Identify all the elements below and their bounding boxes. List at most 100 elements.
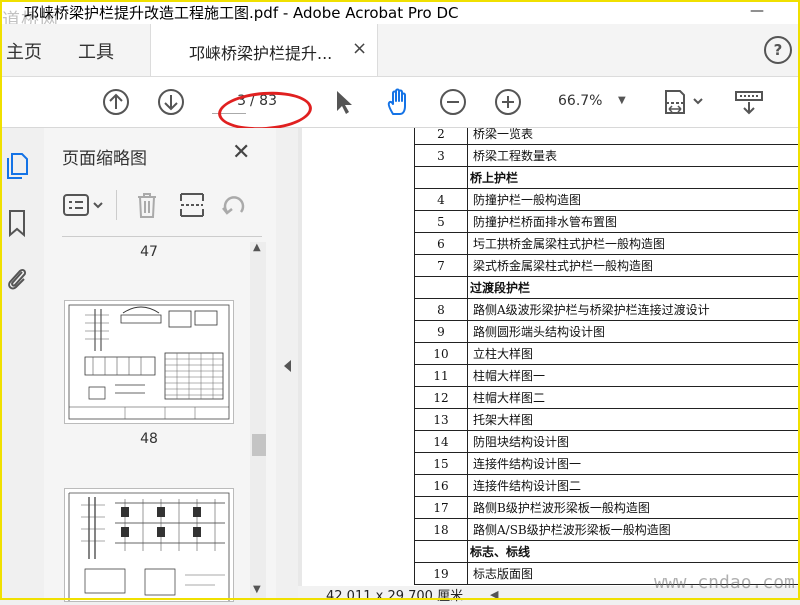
close-tab-button[interactable]: × [352,38,367,59]
rotate-page-icon[interactable] [220,190,248,220]
bookmarks-icon[interactable] [4,208,30,238]
scrollbar-thumb[interactable] [252,434,266,456]
row-title: 防撞护栏一般构造图 [467,188,799,211]
row-number: 17 [414,496,468,519]
left-navigation-rail [0,128,45,600]
previous-page-icon[interactable] [101,87,131,117]
section-header-row: 桥上护栏 [414,166,799,189]
row-title: 连接件结构设计图二 [467,474,799,497]
pdf-page: 2 桥梁一览表 3 桥梁工程数量表 桥上护栏 4 防撞护栏一般构造图 5 防撞护栏桥面排水管布置… [302,128,800,586]
scroll-up-icon[interactable]: ▲ [253,242,261,253]
row-title: 圬工拱桥金属梁柱式护栏一般构造图 [467,232,799,255]
document-view[interactable]: 2 桥梁一览表 3 桥梁工程数量表 桥上护栏 4 防撞护栏一般构造图 5 防撞护栏桥面排水管布置… [298,128,800,586]
fit-page-icon[interactable] [662,87,706,117]
page-thumbnails-panel: 页面缩略图 ✕ 47 48 ▲ ▼ [44,128,277,602]
table-row: 13 托架大样图 [414,408,799,431]
hand-tool-icon[interactable] [384,87,414,117]
options-menu-icon[interactable] [62,192,108,218]
panel-toolbar-divider [116,190,117,220]
row-number: 15 [414,452,468,475]
thumbnail-page-label: 48 [140,431,158,447]
scroll-down-icon[interactable]: ▼ [253,584,261,595]
zoom-out-icon[interactable] [438,87,468,117]
table-row: 18 路侧A/SB级护栏波形梁板一般构造图 [414,518,799,541]
row-number: 16 [414,474,468,497]
row-number: 18 [414,518,468,541]
select-cursor-icon[interactable] [330,87,360,117]
row-number: 10 [414,342,468,365]
table-row: 9 路侧圆形端头结构设计图 [414,320,799,343]
row-number: 11 [414,364,468,387]
zoom-in-icon[interactable] [493,87,523,117]
panel-toolbar [62,186,262,226]
row-title: 柱帽大样图一 [467,364,799,387]
table-row: 2 桥梁一览表 [414,128,799,145]
row-number [414,540,468,563]
table-row: 7 梁式桥金属梁柱式护栏一般构造图 [414,254,799,277]
table-row: 8 路侧A级波形梁护栏与桥梁护栏连接过渡设计 [414,298,799,321]
attachments-icon[interactable] [4,264,30,294]
scroll-left-icon[interactable]: ◀ [490,588,498,601]
row-title: 防阻块结构设计图 [467,430,799,453]
page-number-input[interactable]: 3 [212,93,246,114]
minimize-button[interactable]: — [742,0,772,24]
panel-title: 页面缩略图 [62,149,147,169]
page-thumbnail[interactable] [64,488,234,602]
table-row: 3 桥梁工程数量表 [414,144,799,167]
row-number: 6 [414,232,468,255]
tab-document[interactable]: 邛崃桥梁护栏提升... × [150,24,378,76]
table-row: 6 圬工拱桥金属梁柱式护栏一般构造图 [414,232,799,255]
next-page-icon[interactable] [156,87,186,117]
row-title: 桥上护栏 [467,166,799,189]
row-title: 连接件结构设计图一 [467,452,799,475]
insert-page-icon[interactable] [178,190,206,220]
row-title: 路侧A/SB级护栏波形梁板一般构造图 [467,518,799,541]
page-thumbnail[interactable] [64,300,234,424]
row-number: 3 [414,144,468,167]
row-number: 19 [414,562,468,585]
drawing-index-table: 2 桥梁一览表 3 桥梁工程数量表 桥上护栏 4 防撞护栏一般构造图 5 防撞护栏桥面排水管布置… [414,128,799,585]
row-number: 2 [414,128,468,145]
thumbnail-drawing [68,492,230,601]
thumbnail-drawing [68,304,230,420]
row-title: 梁式桥金属梁柱式护栏一般构造图 [467,254,799,277]
row-title: 柱帽大样图二 [467,386,799,409]
collapse-arrow-icon[interactable] [284,360,291,372]
page-thumbnails-icon[interactable] [4,150,30,180]
row-number: 12 [414,386,468,409]
zoom-level[interactable]: 66.7% [558,93,602,109]
thumbnail-page-label: 47 [140,244,158,260]
table-row: 14 防阻块结构设计图 [414,430,799,453]
thumbnail-scrollbar[interactable]: ▲ ▼ [250,242,266,598]
row-number [414,276,468,299]
table-row: 16 连接件结构设计图二 [414,474,799,497]
row-number: 13 [414,408,468,431]
tab-home[interactable]: 主页 [6,38,42,64]
close-panel-button[interactable]: ✕ [232,140,250,165]
page-total: / 83 [250,93,277,109]
table-row: 11 柱帽大样图一 [414,364,799,387]
section-header-row: 过渡段护栏 [414,276,799,299]
toolbar: 3 / 83 66.7% ▼ [0,77,800,128]
row-title: 路侧B级护栏波形梁板一般构造图 [467,496,799,519]
row-title: 托架大样图 [467,408,799,431]
tab-tools[interactable]: 工具 [78,38,114,64]
table-row: 17 路侧B级护栏波形梁板一般构造图 [414,496,799,519]
row-number: 9 [414,320,468,343]
zoom-dropdown-icon[interactable]: ▼ [618,95,626,106]
table-row: 10 立柱大样图 [414,342,799,365]
row-title: 立柱大样图 [467,342,799,365]
row-title: 防撞护栏桥面排水管布置图 [467,210,799,233]
section-header-row: 标志、标线 [414,540,799,563]
row-number: 5 [414,210,468,233]
table-row: 4 防撞护栏一般构造图 [414,188,799,211]
row-title: 桥梁一览表 [467,128,799,145]
panel-collapse-handle[interactable] [276,128,298,600]
row-title: 过渡段护栏 [467,276,799,299]
document-tab-label: 邛崃桥梁护栏提升... [189,44,333,63]
scroll-mode-icon[interactable] [732,87,766,117]
row-number: 8 [414,298,468,321]
table-row: 15 连接件结构设计图一 [414,452,799,475]
delete-page-icon[interactable] [134,190,160,220]
help-icon[interactable]: ? [764,36,792,64]
